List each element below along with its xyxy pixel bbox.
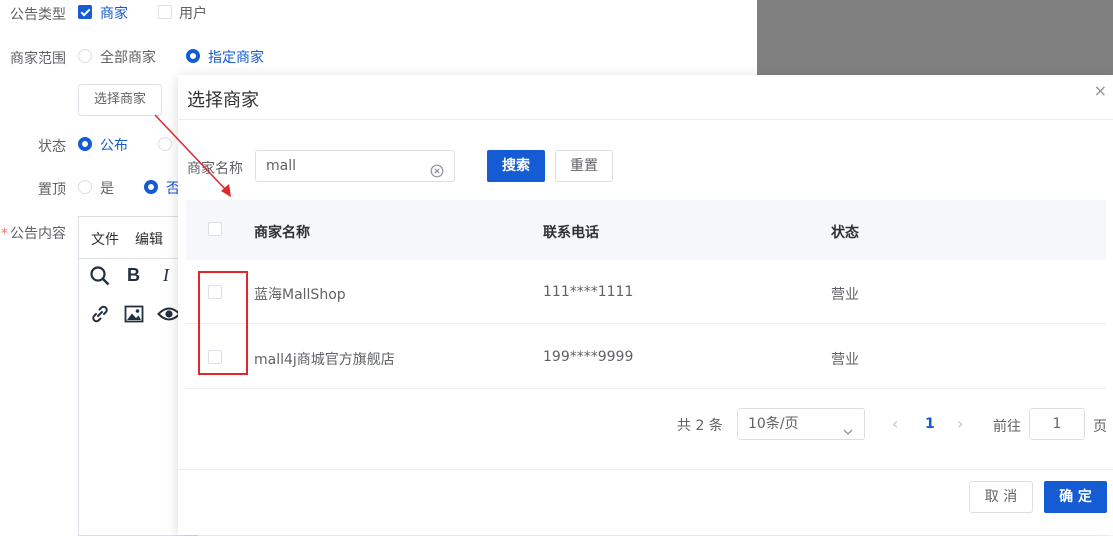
- annotation-highlight-box: [198, 271, 248, 375]
- annotation-arrow: [154, 114, 231, 197]
